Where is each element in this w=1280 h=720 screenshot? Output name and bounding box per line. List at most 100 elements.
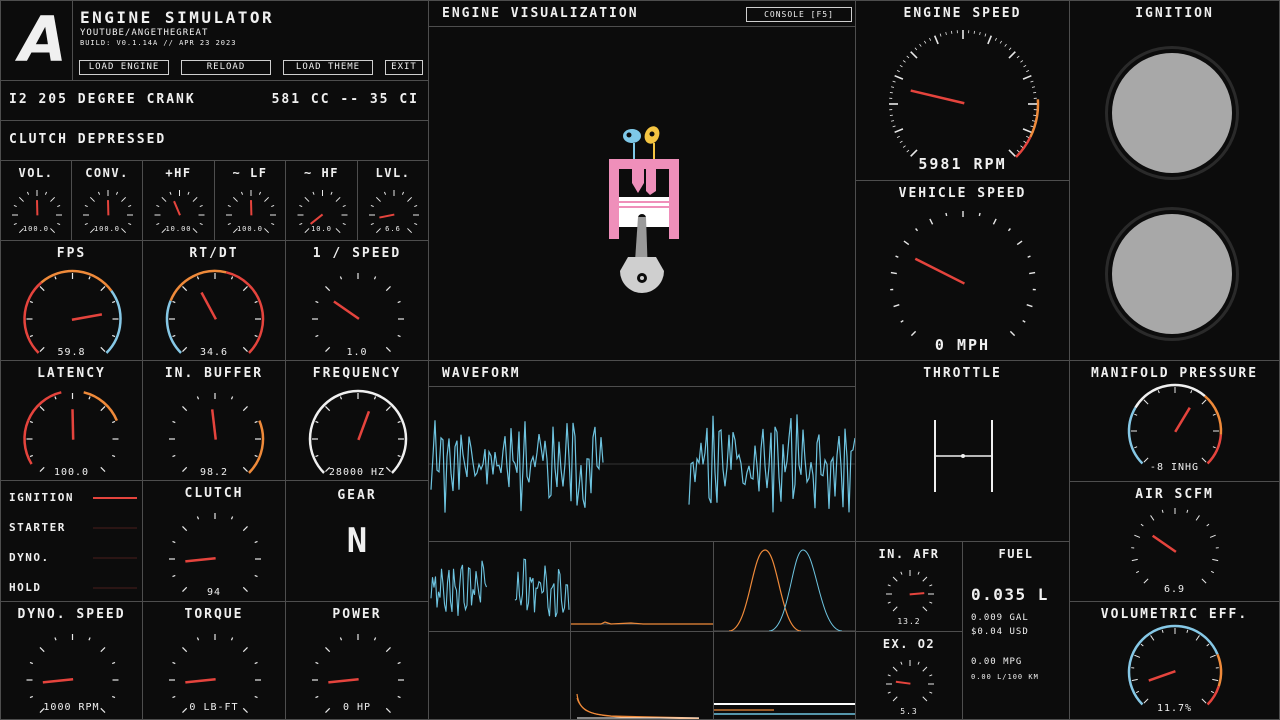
gauge-tick <box>385 647 391 653</box>
gauge-tick <box>230 516 234 520</box>
gauge-tick <box>39 406 45 412</box>
gauge-tick <box>1023 140 1027 144</box>
gauge-tick <box>923 40 927 44</box>
load-engine-button[interactable]: LOAD ENGINE <box>79 60 169 75</box>
gauge-tick <box>1031 120 1036 122</box>
console-button[interactable]: CONSOLE [F5] <box>746 7 852 22</box>
gauge-band <box>165 300 182 354</box>
gauge-tick <box>88 396 91 400</box>
gauge-tick <box>1026 135 1030 138</box>
gauge-tick <box>1023 64 1027 68</box>
gauge-tick <box>899 140 903 144</box>
valve-trace <box>714 703 855 715</box>
gauge-needle <box>210 409 217 440</box>
gauge-tick <box>1026 70 1030 73</box>
gauge-label: CLUTCH <box>184 486 244 501</box>
gauge-tick <box>914 47 918 51</box>
flow-trace-panel <box>570 541 714 632</box>
gauge-needle <box>333 300 360 320</box>
gauge-tick <box>899 64 903 68</box>
gauge-tick <box>264 196 270 202</box>
gauge-tick <box>994 37 997 41</box>
engine-name: I2 205 DEGREE CRANK <box>9 92 196 107</box>
gauge-value: 10.0 <box>311 225 332 233</box>
gauge-tick <box>39 286 45 292</box>
gauge-tick <box>892 666 898 672</box>
gauge-tick <box>230 396 234 400</box>
gauge-tick <box>1186 509 1189 513</box>
gauge-tick <box>903 240 910 246</box>
gauge-tick <box>917 661 920 665</box>
gauge-tick <box>1140 643 1144 647</box>
gauge-tick <box>385 406 391 412</box>
gauge-tick <box>1206 643 1210 647</box>
logo-letter: A <box>19 3 67 76</box>
status-item-indicator <box>93 587 137 589</box>
decay-trace-panel <box>570 631 714 720</box>
status-text: CLUTCH DEPRESSED <box>9 132 167 147</box>
gauge-tick <box>230 637 234 641</box>
gauge-tick <box>397 420 401 424</box>
gauge-tick <box>1016 55 1020 59</box>
gauge-tick <box>339 276 343 280</box>
gauge-needle <box>1148 670 1176 682</box>
gauge-needle <box>357 410 371 441</box>
gauge-band <box>1206 434 1223 465</box>
gauge-needle <box>71 409 75 440</box>
gauge-tick <box>1161 629 1164 633</box>
gauge-tick <box>240 191 244 195</box>
reload-button[interactable]: RELOAD <box>181 60 271 75</box>
mini-waveform <box>430 558 570 618</box>
gauge-label: CONV. <box>85 166 129 180</box>
gauge-tick <box>1186 629 1189 633</box>
status-item-indicator <box>93 557 137 559</box>
gauge-tick <box>1143 578 1149 584</box>
gauge-tick <box>242 286 248 292</box>
gauge-tick <box>111 334 116 338</box>
gauge-value: 98.2 <box>199 467 229 478</box>
gauge-band <box>83 391 119 422</box>
gauge-band <box>1127 624 1219 706</box>
exit-button[interactable]: EXIT <box>385 60 423 75</box>
gauge-tick <box>271 204 275 208</box>
gauge-hf: +HF 10.00 <box>142 160 215 241</box>
vehicle-speed-value: 0 MPH <box>934 336 991 354</box>
ignition-label: IGNITION <box>1135 6 1214 21</box>
gauge-tick <box>315 661 319 665</box>
gauge-tick <box>1009 330 1016 337</box>
fuel-l100: 0.00 L/100 KM <box>971 673 1039 681</box>
gauge-tick <box>304 196 310 202</box>
gauge-tick <box>242 406 248 412</box>
gauge-tick <box>182 647 188 653</box>
gauge-tick <box>54 396 57 400</box>
volumetric-eff-label: VOLUMETRIC EFF. <box>1100 607 1249 622</box>
gauge-tick <box>1016 149 1020 153</box>
gauge-tick <box>254 540 258 544</box>
gauge-tick <box>254 661 258 665</box>
gauge-tick <box>172 300 176 304</box>
gauge-tick <box>375 196 381 202</box>
cam-profile-panel <box>713 541 856 632</box>
waveform-plot <box>429 414 855 513</box>
gauge-tick <box>900 661 903 665</box>
gauge-needle <box>1174 407 1191 433</box>
gauge-tick <box>254 574 258 578</box>
visualization-divider <box>429 26 855 27</box>
gauge-tick <box>1201 399 1207 405</box>
status-item-indicator <box>93 527 137 529</box>
gauge-tick <box>1131 678 1138 682</box>
gauge-tick <box>330 191 333 195</box>
gauge-band <box>105 290 122 354</box>
gauge-frequency: FREQUENCY 28000 HZ <box>285 360 429 481</box>
mini-wave-panel <box>428 541 571 632</box>
gauge-tick <box>892 80 896 83</box>
gauge-value: 100.0 <box>93 225 121 233</box>
gauge-tick <box>922 666 928 672</box>
gauge-label: FPS <box>56 246 87 261</box>
gauge-tick <box>1004 43 1007 47</box>
gauge-tick <box>1008 51 1016 59</box>
gauge-rtdt: RT/DT 34.6 <box>142 240 286 361</box>
load-theme-button[interactable]: LOAD THEME <box>283 60 373 75</box>
gauge-needle <box>200 291 218 320</box>
gauge-tick <box>1140 523 1144 527</box>
